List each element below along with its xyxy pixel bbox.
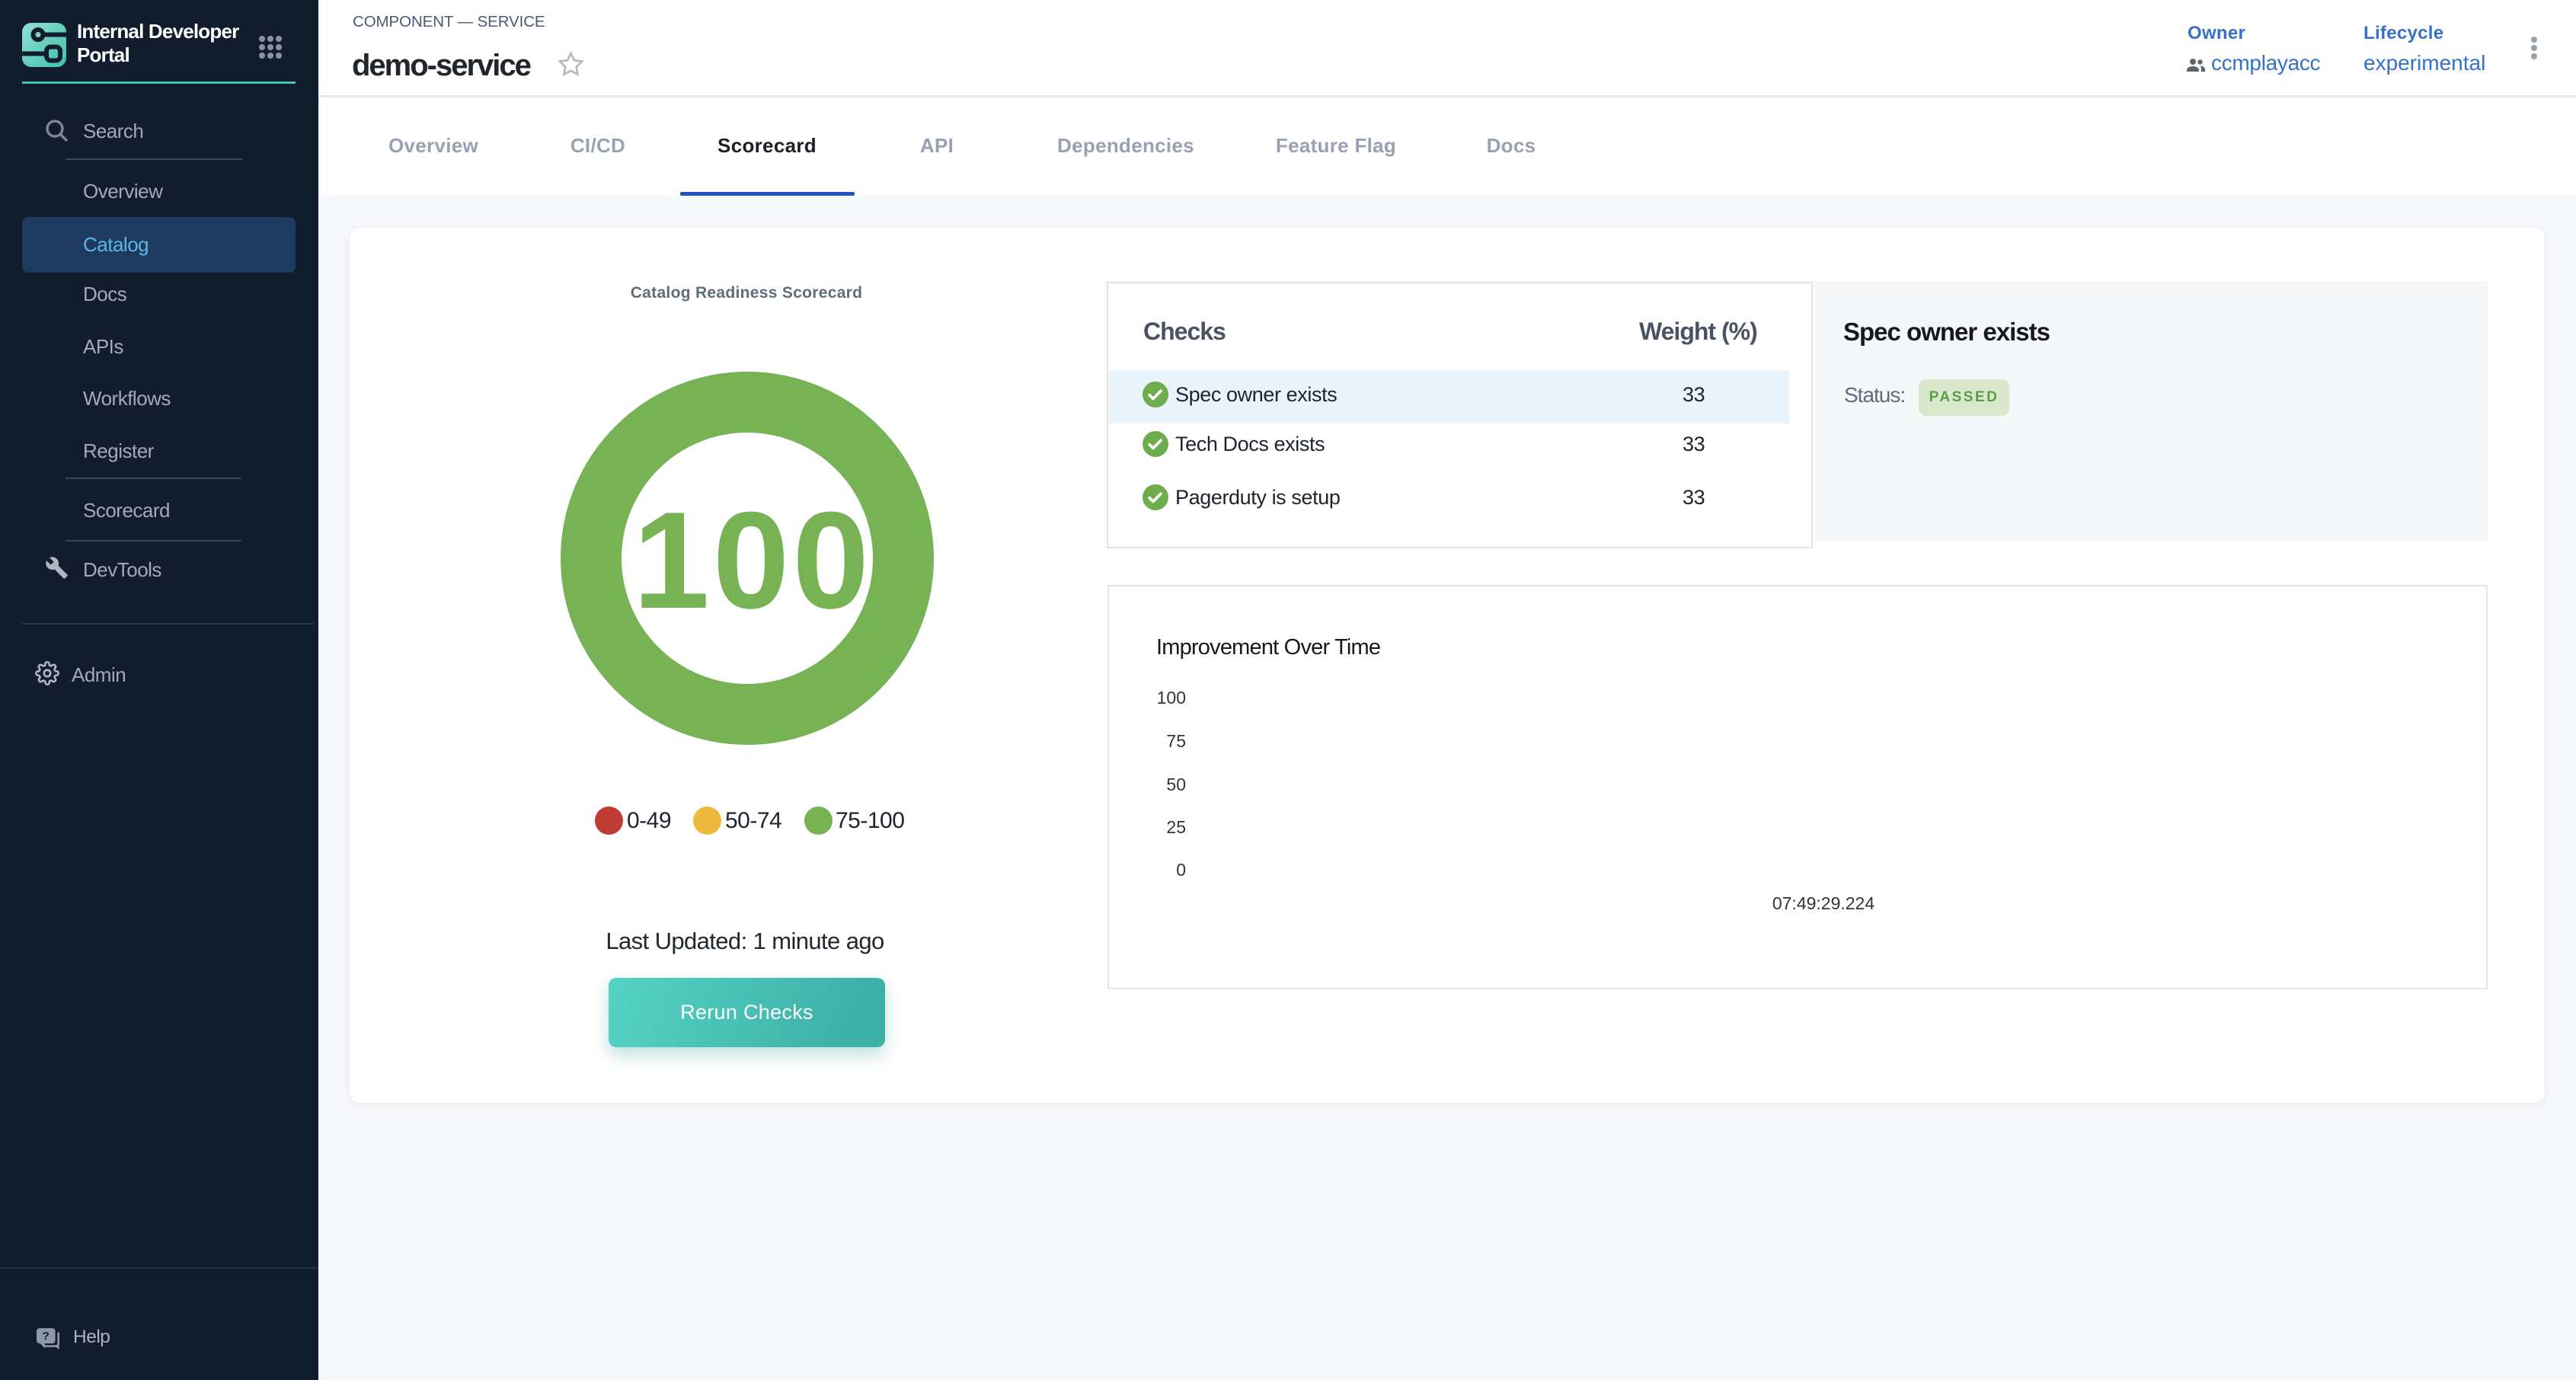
svg-text:100: 100 (633, 484, 872, 637)
svg-text:?: ? (43, 1330, 50, 1343)
